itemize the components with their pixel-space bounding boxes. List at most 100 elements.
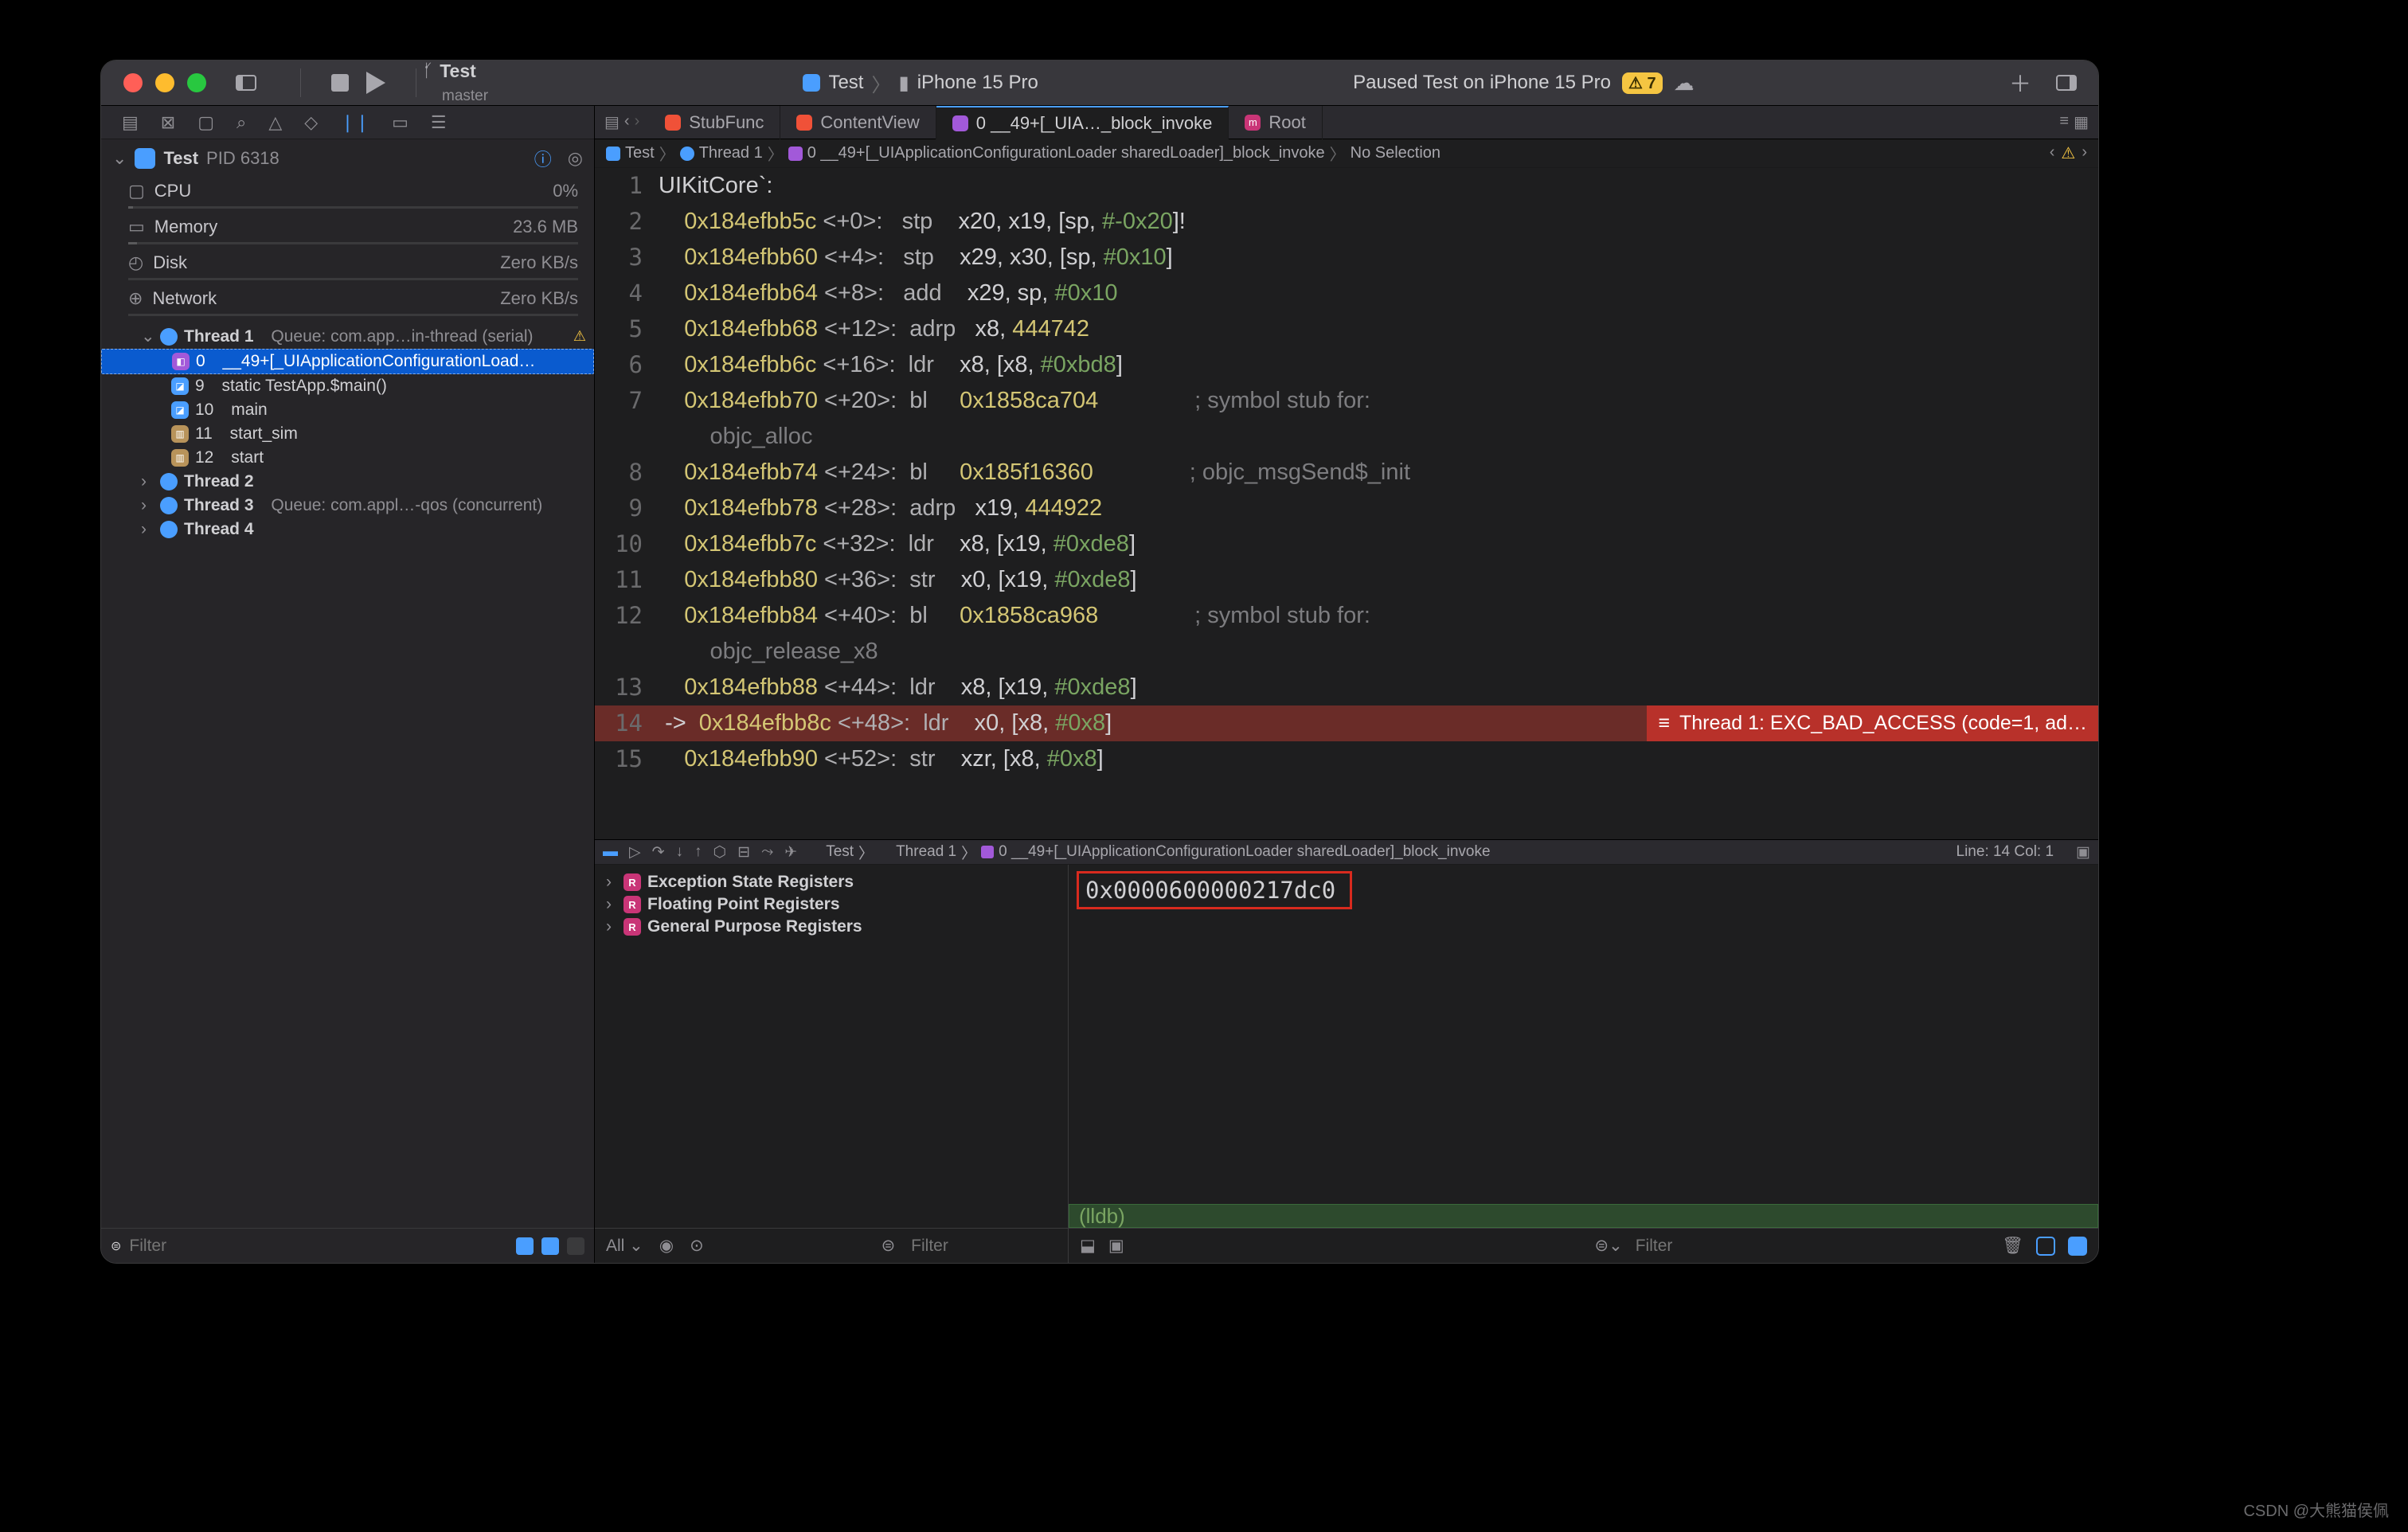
register-group[interactable]: ›RFloating Point Registers: [606, 893, 1057, 916]
run-button[interactable]: [366, 72, 385, 94]
editor-options-icon[interactable]: ≡: [2059, 112, 2069, 132]
register-group[interactable]: ›RException State Registers: [606, 871, 1057, 893]
minimize-window[interactable]: [155, 73, 174, 92]
editor-split-icon[interactable]: ▦: [2074, 112, 2089, 132]
variables-filter-input[interactable]: [911, 1237, 1057, 1256]
test-nav-icon[interactable]: ◇: [304, 112, 318, 133]
warning-badge[interactable]: ⚠︎ 7: [1622, 72, 1663, 94]
process-name: Test: [163, 148, 198, 169]
debug-jump-bar[interactable]: Test〉 Thread 1〉 0 __49+[_UIApplicationCo…: [808, 842, 1490, 863]
view-mode-icon[interactable]: ⬓: [1080, 1236, 1096, 1256]
back-button[interactable]: ▤: [604, 112, 620, 132]
variables-pane: ›RException State Registers ›RFloating P…: [595, 865, 1069, 1263]
scheme-name: Test: [440, 61, 476, 80]
thread-row[interactable]: ›Thread 2: [101, 470, 594, 494]
sidebar-filter-input[interactable]: [129, 1237, 508, 1256]
debug-memory-icon[interactable]: ⊟: [737, 843, 750, 862]
target-device: iPhone 15 Pro: [917, 72, 1038, 94]
step-out-icon[interactable]: ↑: [694, 843, 702, 861]
thread-icon: [160, 521, 178, 538]
stack-frame-row[interactable]: ▥12 start: [101, 446, 594, 470]
debug-3d-icon[interactable]: ⬡: [713, 843, 727, 862]
filter-opt1[interactable]: [516, 1237, 534, 1255]
scheme-branch[interactable]: ᚶTest master: [423, 61, 488, 104]
source-control-nav-icon[interactable]: ⊠: [161, 112, 175, 133]
warning-icon[interactable]: ⚠︎: [2061, 143, 2075, 163]
console-filter-icon[interactable]: ⊜⌄: [1595, 1236, 1623, 1256]
jump-bar[interactable]: Test〉 Thread 1〉 0 __49+[_UIApplicationCo…: [595, 139, 2098, 168]
eye-icon[interactable]: ◉: [659, 1236, 674, 1256]
step-in-icon[interactable]: ↓: [676, 843, 684, 861]
process-header[interactable]: ⌄ Test PID 6318 ⓘ ◎: [101, 139, 594, 178]
tab-root[interactable]: mRoot: [1229, 106, 1322, 139]
tab-disassembly[interactable]: 0 __49+[_UIA…_block_invoke: [936, 106, 1229, 139]
error-banner[interactable]: ≡Thread 1: EXC_BAD_ACCESS (code=1, ad…: [1647, 705, 2098, 741]
disk-gauge[interactable]: ◴DiskZero KB/s: [101, 249, 594, 276]
close-window[interactable]: [123, 73, 143, 92]
project-nav-icon[interactable]: ▤: [122, 112, 139, 133]
console-filter-input[interactable]: [1636, 1237, 1990, 1256]
filter-opt3[interactable]: [567, 1237, 584, 1255]
cloud-status-icon[interactable]: ☁︎: [1674, 71, 1695, 96]
hide-debug-icon[interactable]: ▬: [603, 843, 618, 861]
toggle-vars-icon[interactable]: [2036, 1237, 2055, 1256]
bookmark-nav-icon[interactable]: ▢: [197, 112, 214, 133]
console-footer: ⊜⌄ 🗑: [1584, 1228, 2099, 1263]
swift-icon: [665, 115, 681, 131]
nav-fwd-icon[interactable]: ›: [2082, 143, 2087, 163]
chevron-right-icon: ›: [141, 520, 154, 539]
stack-frame-row[interactable]: ◪10 main: [101, 398, 594, 422]
cpu-gauge[interactable]: ▢CPU0%: [101, 178, 594, 205]
debug-location-icon[interactable]: ✈︎: [784, 843, 797, 862]
stack-frame-row[interactable]: ▥11 start_sim: [101, 422, 594, 446]
register-group[interactable]: ›RGeneral Purpose Registers: [606, 916, 1057, 938]
report-nav-icon[interactable]: ☰: [431, 112, 447, 133]
lldb-console[interactable]: (lldb): [1069, 1204, 2098, 1228]
chevron-down-icon: ⌄: [141, 326, 154, 346]
continue-icon[interactable]: ▷: [629, 843, 641, 862]
trash-icon[interactable]: 🗑: [2002, 1237, 2023, 1256]
tab-nav: ▤ ‹ ›: [595, 112, 649, 132]
stop-button[interactable]: [331, 74, 349, 92]
thread-row[interactable]: ›Thread 4: [101, 518, 594, 541]
tab-contentview[interactable]: ContentView: [780, 106, 936, 139]
zoom-window[interactable]: [187, 73, 206, 92]
info-icon[interactable]: ⓘ: [534, 146, 552, 171]
filter-opt2[interactable]: [541, 1237, 559, 1255]
find-nav-icon[interactable]: ⌕: [236, 112, 246, 133]
run-controls: [331, 72, 385, 94]
stack-frame-row[interactable]: ◧0 __49+[_UIApplicationConfigurationLoad…: [101, 349, 594, 374]
breakpoint-nav-icon[interactable]: ▭: [392, 112, 408, 133]
debug-simulate-icon[interactable]: ⤳: [761, 843, 773, 861]
issue-nav-icon[interactable]: △: [268, 112, 282, 133]
thread-row[interactable]: ⌄Thread 1 Queue: com.app…in-thread (seri…: [101, 324, 594, 349]
network-gauge[interactable]: ⊕NetworkZero KB/s: [101, 285, 594, 312]
app-icon: [135, 148, 155, 169]
frame-icon: [952, 115, 968, 131]
toggle-console-icon[interactable]: [2068, 1237, 2087, 1256]
history-fwd[interactable]: ›: [635, 112, 640, 132]
add-editor-button[interactable]: ＋: [2009, 67, 2031, 99]
scope-selector[interactable]: All ⌄: [606, 1236, 643, 1256]
window-controls: [101, 73, 206, 92]
memory-gauge[interactable]: ▭Memory23.6 MB: [101, 213, 594, 240]
toggle-right-panel-icon[interactable]: [2050, 67, 2082, 99]
quicklook-icon[interactable]: ⊙: [690, 1236, 704, 1256]
frame-icon: ◪: [171, 377, 189, 395]
disassembly-editor[interactable]: 1UIKitCore`: 2 0x184efbb5c <+0>: stp x20…: [595, 168, 2098, 839]
stack-frame-row[interactable]: ◪9 static TestApp.$main(): [101, 374, 594, 398]
history-back[interactable]: ‹: [624, 112, 630, 132]
current-instruction-line: 14 -> 0x184efbb8c <+48>: ldr x0, [x8, #0…: [595, 705, 2098, 741]
thread-row[interactable]: ›Thread 3 Queue: com.appl…-qos (concurre…: [101, 494, 594, 518]
thread-icon: [160, 328, 178, 346]
tab-stubfunc[interactable]: StubFunc: [649, 106, 780, 139]
step-over-icon[interactable]: ↷: [652, 843, 665, 862]
nav-back-icon[interactable]: ‹: [2050, 143, 2055, 163]
gauge-icon[interactable]: ◎: [568, 148, 583, 169]
minimap-icon[interactable]: ▣: [2076, 843, 2090, 862]
filter-icon: ⊜: [882, 1236, 896, 1256]
run-destination[interactable]: Test 〉 ▮ iPhone 15 Pro: [803, 69, 1038, 97]
view-mode2-icon[interactable]: ▣: [1108, 1236, 1124, 1256]
debug-nav-icon[interactable]: ❘❘: [340, 112, 369, 133]
toggle-left-panel-icon[interactable]: [230, 67, 262, 99]
